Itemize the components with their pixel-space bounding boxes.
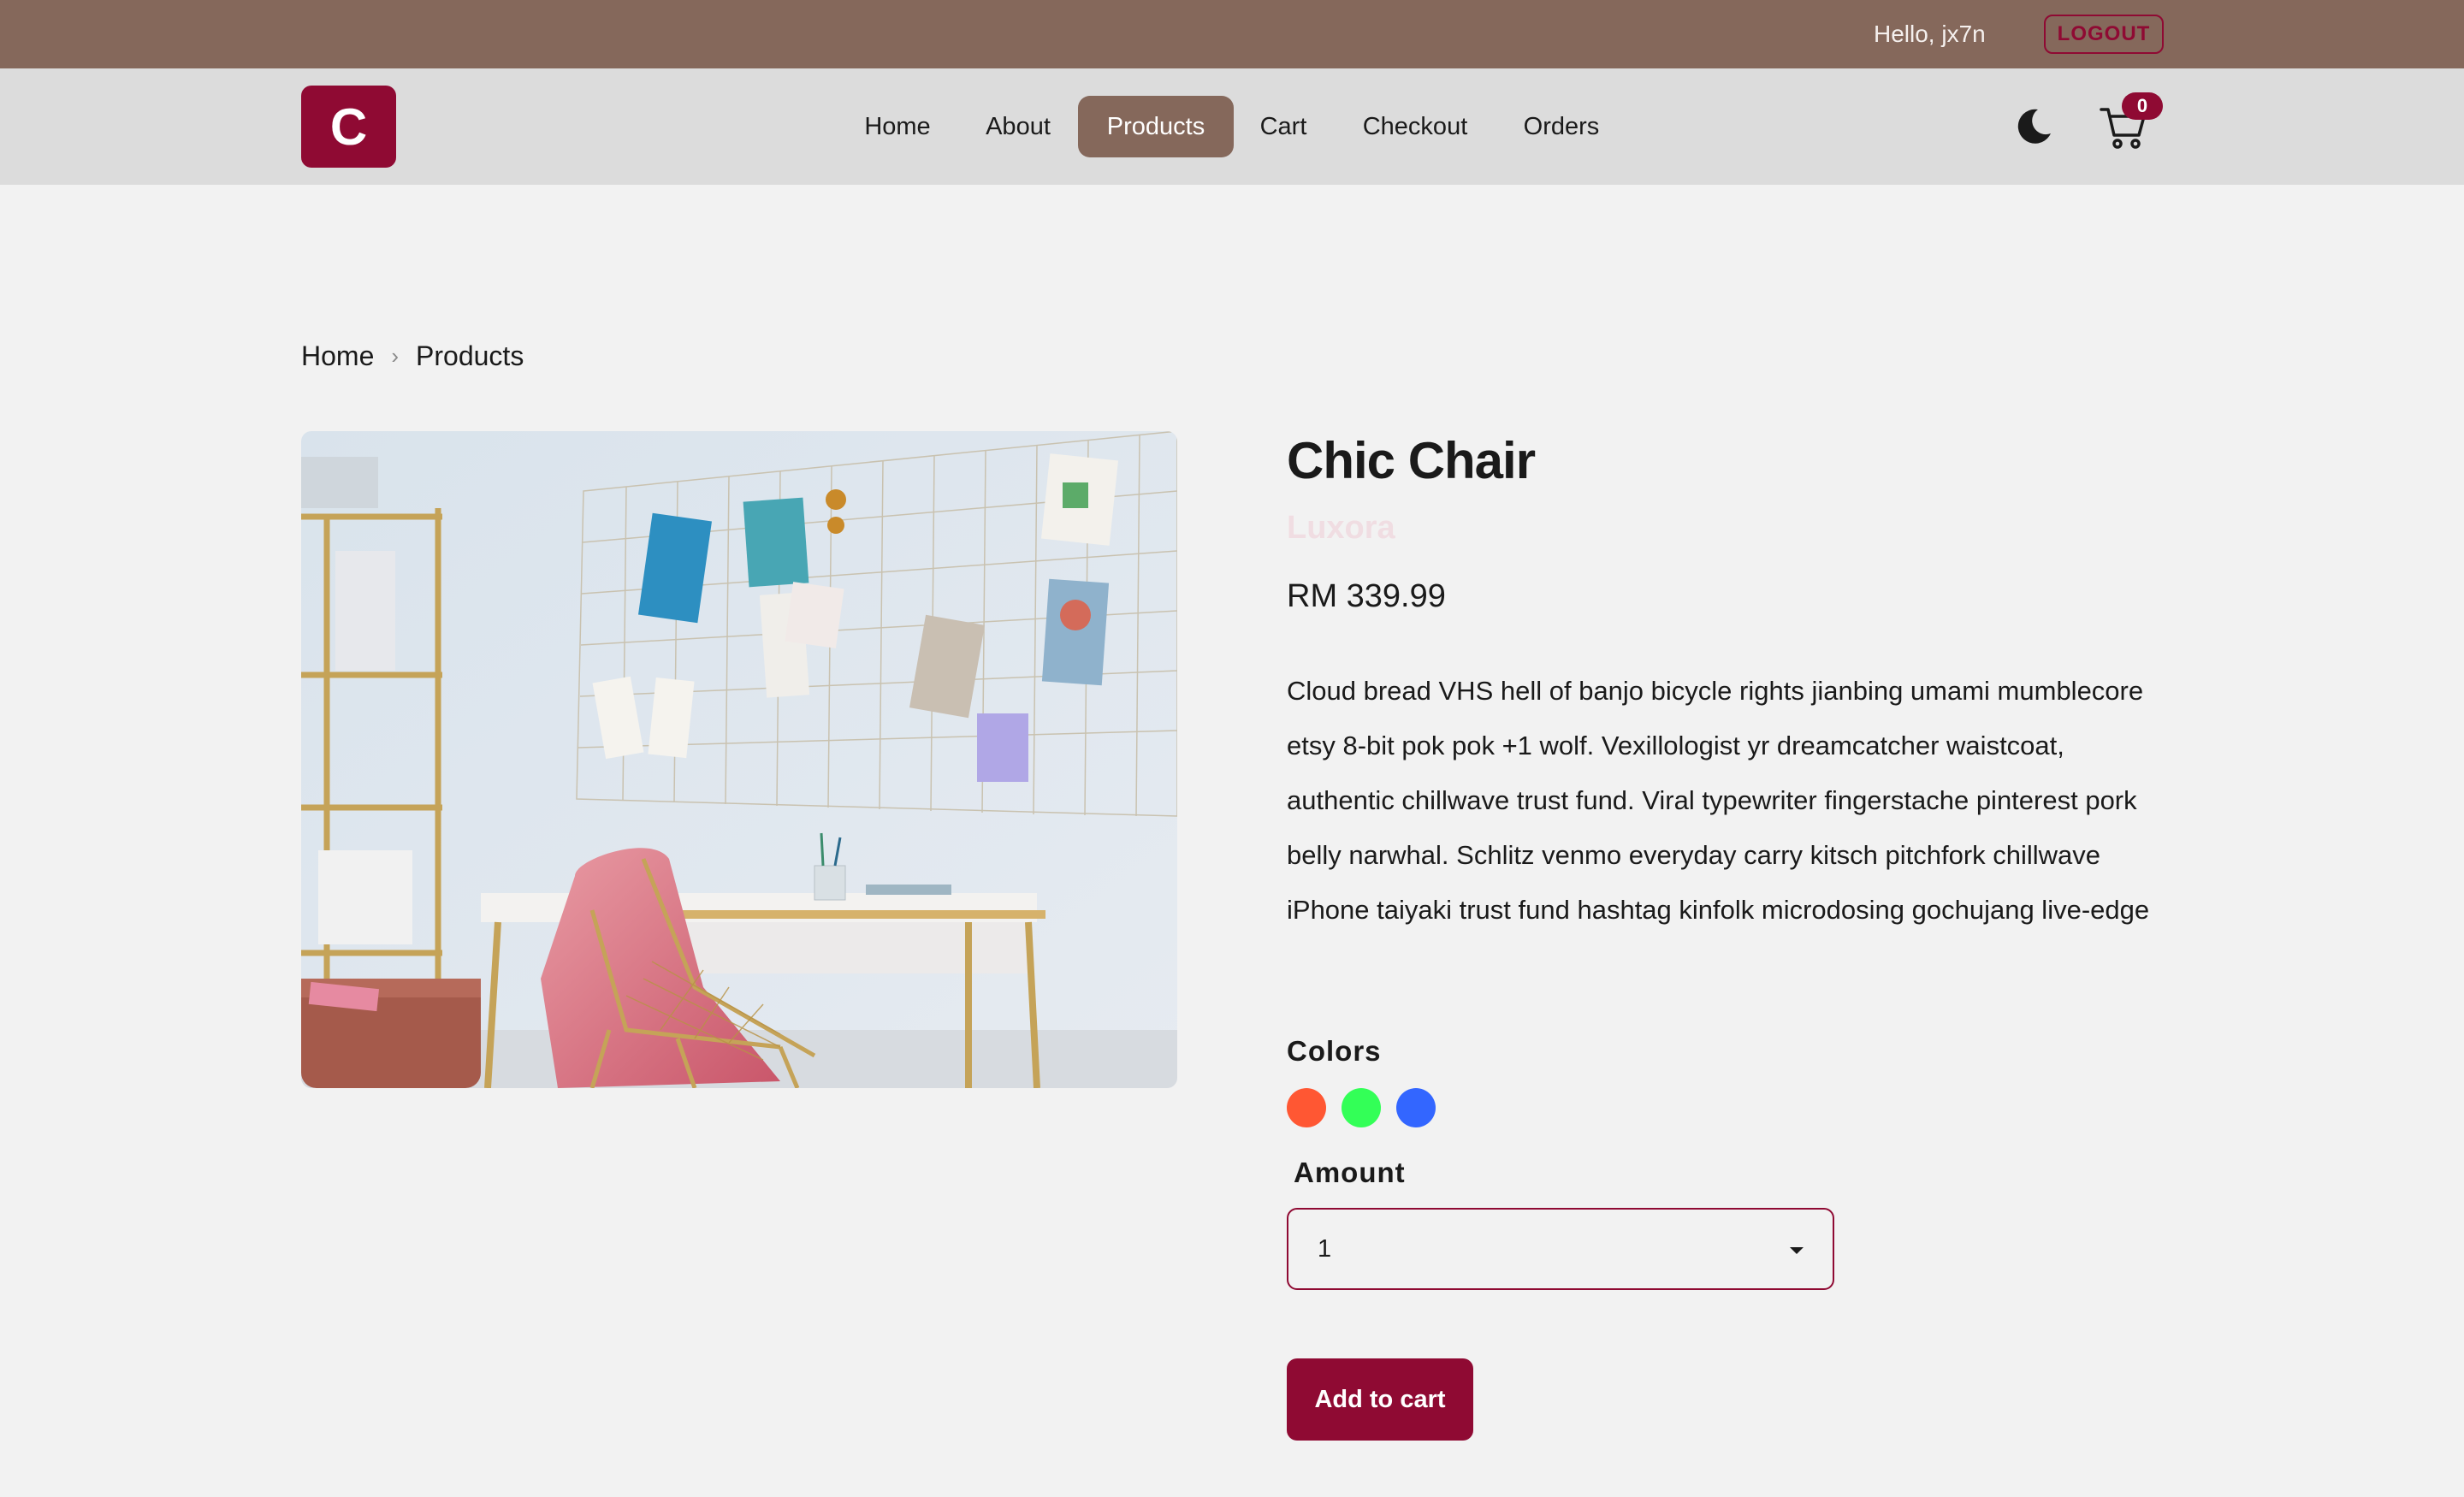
amount-value: 1 [1318,1235,1332,1263]
color-swatches [1287,1088,1436,1127]
nav-link-home[interactable]: Home [852,96,943,157]
color-swatch-red[interactable] [1287,1088,1326,1127]
product-price: RM 339.99 [1287,578,1446,614]
nav-bar: C Home About Products Cart Checkout Orde… [0,68,2464,185]
add-to-cart-button[interactable]: Add to cart [1287,1358,1473,1441]
logout-button[interactable]: LOGOUT [2044,15,2164,54]
nav-link-orders[interactable]: Orders [1514,96,1608,157]
colors-label: Colors [1287,1035,1382,1067]
caret-down-icon [1790,1247,1804,1254]
amount-label: Amount [1294,1157,1406,1188]
chevron-right-icon: › [391,342,400,369]
nav-link-cart[interactable]: Cart [1253,96,1314,157]
user-greeting: Hello, jx7n [1874,21,1986,47]
breadcrumb-home[interactable]: Home [301,340,374,372]
nav-link-products[interactable]: Products [1078,96,1234,157]
color-swatch-green[interactable] [1342,1088,1381,1127]
moon-icon[interactable] [2012,104,2055,147]
product-image [301,431,1177,1088]
breadcrumb: Home › Products [301,337,524,375]
amount-select[interactable]: 1 [1287,1208,1834,1290]
product-description: Cloud bread VHS hell of banjo bicycle ri… [1287,676,2150,925]
product-company: Luxora [1287,510,1395,546]
nav-link-about[interactable]: About [975,96,1061,157]
logo[interactable]: C [301,86,396,168]
nav-link-checkout[interactable]: Checkout [1353,96,1477,157]
top-bar: Hello, jx7n LOGOUT [0,0,2464,68]
color-swatch-blue[interactable] [1396,1088,1436,1127]
cart-count-badge: 0 [2122,92,2163,120]
breadcrumb-products[interactable]: Products [416,340,524,372]
product-title: Chic Chair [1287,432,1536,489]
